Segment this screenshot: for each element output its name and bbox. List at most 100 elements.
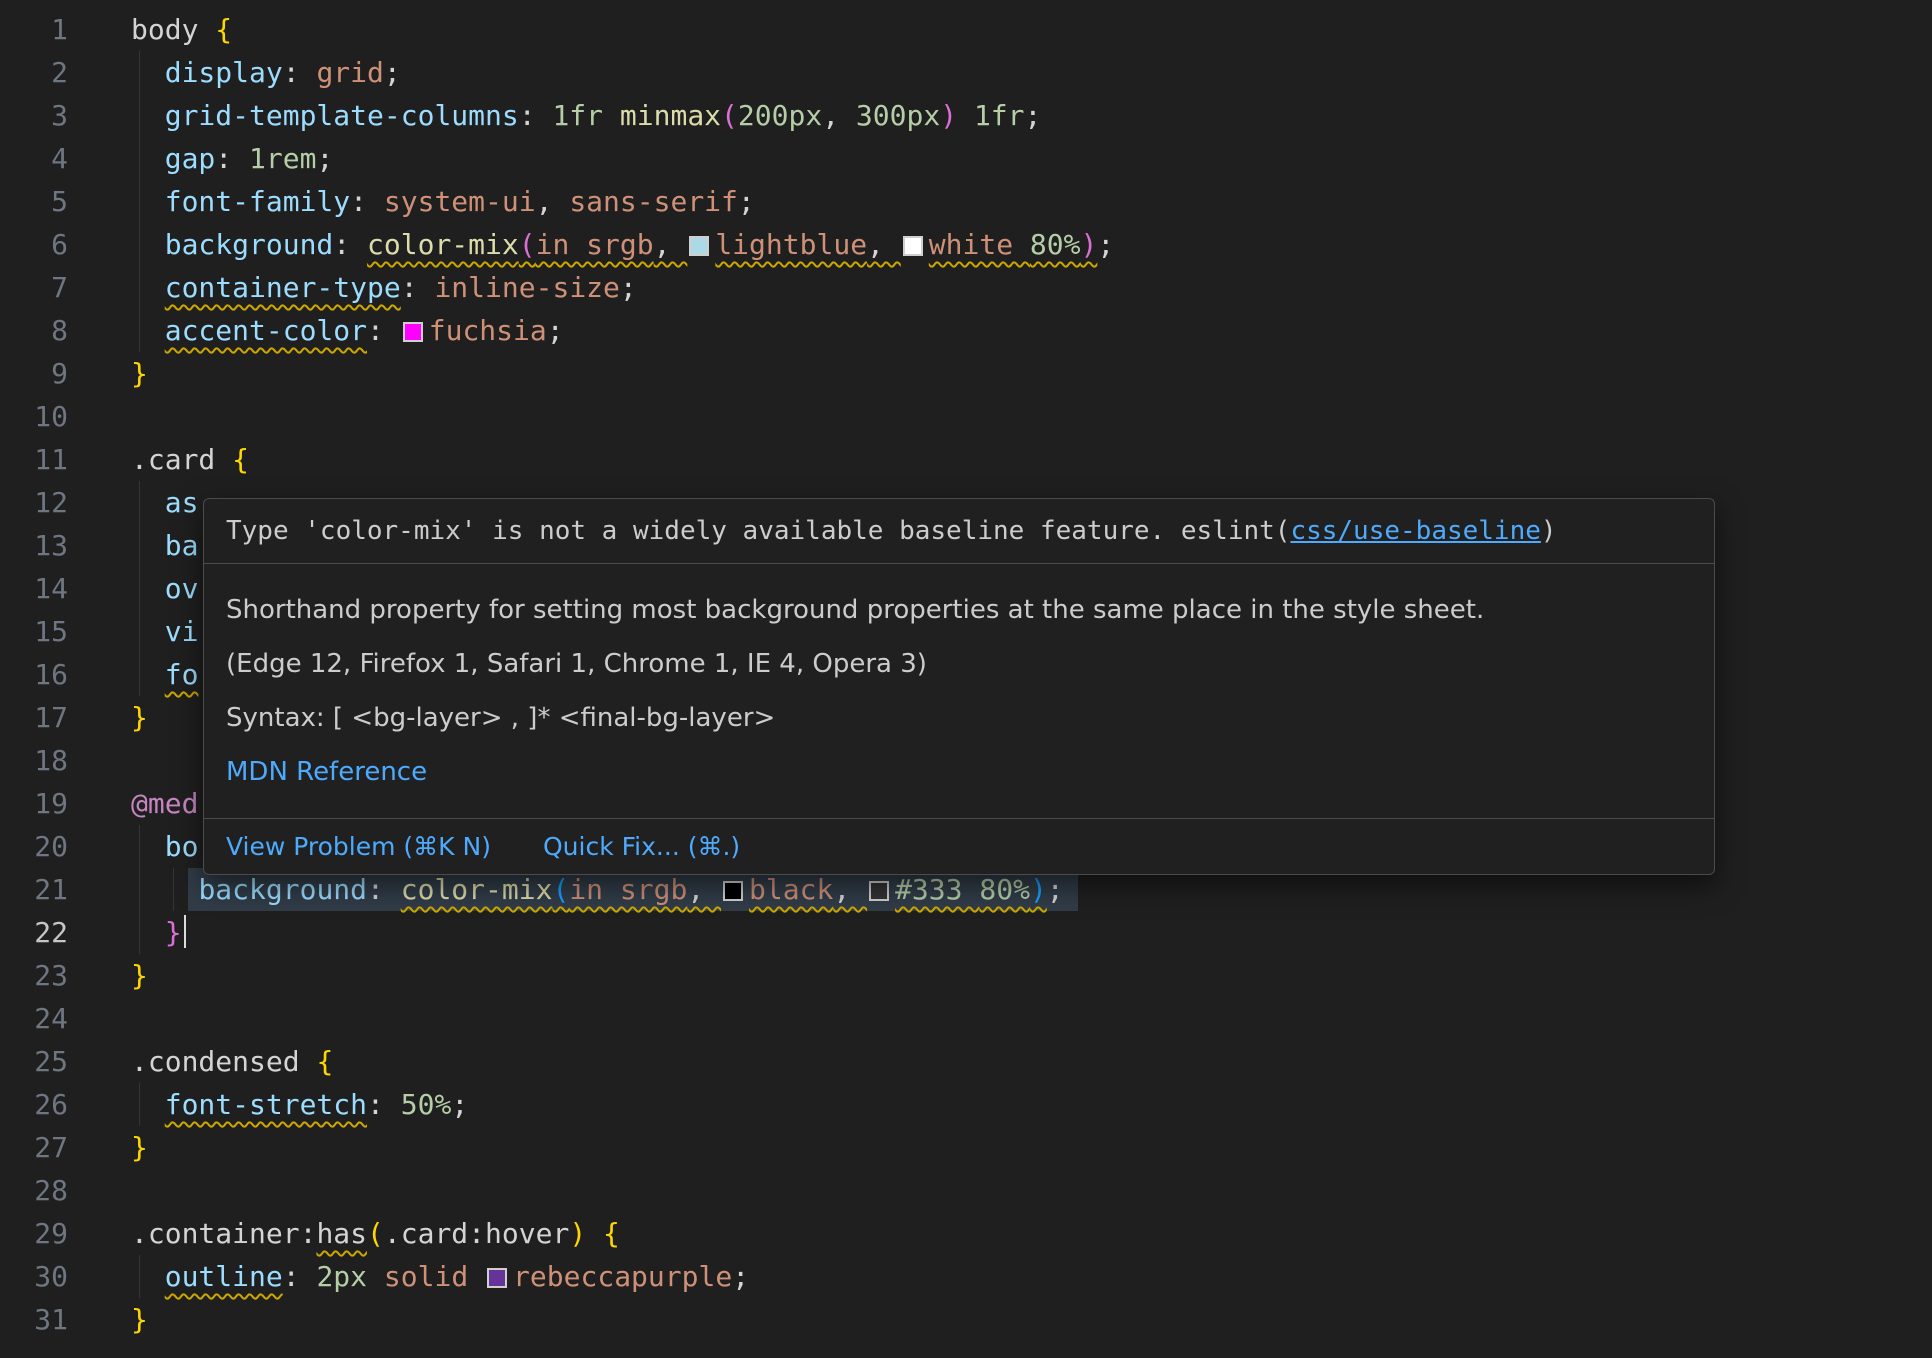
code-token: 300px xyxy=(856,99,940,132)
line-number[interactable]: 22 xyxy=(0,911,68,954)
line-number[interactable]: 28 xyxy=(0,1169,68,1212)
line-number[interactable]: 19 xyxy=(0,782,68,825)
code-token: ; xyxy=(738,185,755,218)
line-number[interactable]: 17 xyxy=(0,696,68,739)
code-text: container-type: inline-size; xyxy=(131,266,637,309)
quick-fix-action[interactable]: Quick Fix... (⌘.) xyxy=(543,832,740,861)
line-number[interactable]: 12 xyxy=(0,481,68,524)
code-line[interactable]: 7 container-type: inline-size; xyxy=(0,266,1932,309)
code-line[interactable]: 9} xyxy=(0,352,1932,395)
color-swatch[interactable] xyxy=(903,236,923,256)
code-token: color-mix xyxy=(367,228,519,261)
code-line[interactable]: 26 font-stretch: 50%; xyxy=(0,1083,1932,1126)
line-number[interactable]: 30 xyxy=(0,1255,68,1298)
code-token: grid-template-columns xyxy=(165,99,519,132)
line-number[interactable]: 5 xyxy=(0,180,68,223)
code-line[interactable]: 30 outline: 2px solid rebeccapurple; xyxy=(0,1255,1932,1298)
line-number[interactable]: 4 xyxy=(0,137,68,180)
line-number[interactable]: 14 xyxy=(0,567,68,610)
color-swatch[interactable] xyxy=(723,881,743,901)
code-token xyxy=(957,99,974,132)
code-token: ) xyxy=(940,99,957,132)
line-number[interactable]: 8 xyxy=(0,309,68,352)
code-token: 50% xyxy=(401,1088,452,1121)
code-line[interactable]: 5 font-family: system-ui, sans-serif; xyxy=(0,180,1932,223)
code-token: , xyxy=(687,873,721,906)
code-token: { xyxy=(232,443,249,476)
code-token: in srgb xyxy=(569,873,687,906)
line-number[interactable]: 11 xyxy=(0,438,68,481)
code-token xyxy=(131,228,165,261)
line-number[interactable]: 1 xyxy=(0,8,68,51)
code-token xyxy=(468,1260,485,1293)
code-line[interactable]: 6 background: color-mix(in srgb, lightbl… xyxy=(0,223,1932,266)
code-token: ( xyxy=(721,99,738,132)
code-line[interactable]: 2 display: grid; xyxy=(0,51,1932,94)
code-token xyxy=(131,873,198,906)
code-line[interactable]: 4 gap: 1rem; xyxy=(0,137,1932,180)
line-number[interactable]: 31 xyxy=(0,1298,68,1341)
code-line[interactable]: 3 grid-template-columns: 1fr minmax(200p… xyxy=(0,94,1932,137)
code-text: font-family: system-ui, sans-serif; xyxy=(131,180,755,223)
mdn-reference-link[interactable]: MDN Reference xyxy=(226,757,427,787)
line-number[interactable]: 24 xyxy=(0,997,68,1040)
color-swatch[interactable] xyxy=(487,1268,507,1288)
code-token: 1fr xyxy=(552,99,619,132)
line-number[interactable]: 29 xyxy=(0,1212,68,1255)
line-number[interactable]: 3 xyxy=(0,94,68,137)
code-text: } xyxy=(131,352,148,395)
code-token: container-type xyxy=(165,271,401,304)
code-token: display xyxy=(165,56,283,89)
line-number[interactable]: 25 xyxy=(0,1040,68,1083)
code-token: ; xyxy=(1097,228,1114,261)
tooltip-action-bar: View Problem (⌘K N) Quick Fix... (⌘.) xyxy=(204,819,1714,874)
line-number[interactable]: 9 xyxy=(0,352,68,395)
line-number[interactable]: 23 xyxy=(0,954,68,997)
line-number[interactable]: 26 xyxy=(0,1083,68,1126)
line-number[interactable]: 18 xyxy=(0,739,68,782)
line-number[interactable]: 27 xyxy=(0,1126,68,1169)
code-token: body xyxy=(131,13,215,46)
code-token: 80% xyxy=(979,873,1030,906)
code-line[interactable]: 25.condensed { xyxy=(0,1040,1932,1083)
code-token xyxy=(131,1260,165,1293)
code-text: font-stretch: 50%; xyxy=(131,1083,468,1126)
line-number[interactable]: 2 xyxy=(0,51,68,94)
code-token: 80% xyxy=(1030,228,1081,261)
line-number[interactable]: 7 xyxy=(0,266,68,309)
code-line[interactable]: 1body { xyxy=(0,8,1932,51)
code-token: 2px xyxy=(316,1260,367,1293)
line-number[interactable]: 16 xyxy=(0,653,68,696)
color-swatch[interactable] xyxy=(689,236,709,256)
code-line[interactable]: 11.card { xyxy=(0,438,1932,481)
color-swatch[interactable] xyxy=(869,881,889,901)
code-token: } xyxy=(131,1131,148,1164)
line-number[interactable]: 20 xyxy=(0,825,68,868)
line-number[interactable]: 6 xyxy=(0,223,68,266)
code-text: } xyxy=(131,696,148,739)
code-line[interactable]: 22 } xyxy=(0,911,1932,954)
code-line[interactable]: 31} xyxy=(0,1298,1932,1341)
code-editor[interactable]: 1 body {2 display: grid;3 grid-template-c… xyxy=(0,0,1932,1358)
code-line[interactable]: 29.container:has(.card:hover) { xyxy=(0,1212,1932,1255)
code-line[interactable]: 8 accent-color: fuchsia; xyxy=(0,309,1932,352)
code-line[interactable]: 23} xyxy=(0,954,1932,997)
code-line[interactable]: 28 xyxy=(0,1169,1932,1212)
line-number[interactable]: 10 xyxy=(0,395,68,438)
line-number[interactable]: 13 xyxy=(0,524,68,567)
code-token: @med xyxy=(131,787,198,820)
code-token xyxy=(367,1260,384,1293)
view-problem-action[interactable]: View Problem (⌘K N) xyxy=(226,832,491,861)
code-token: has xyxy=(316,1217,367,1250)
code-line[interactable]: 27} xyxy=(0,1126,1932,1169)
line-number[interactable]: 21 xyxy=(0,868,68,911)
code-line[interactable]: 10 xyxy=(0,395,1932,438)
code-token: fuchsia xyxy=(429,314,547,347)
code-token: .condensed xyxy=(131,1045,316,1078)
code-line[interactable]: 24 xyxy=(0,997,1932,1040)
diagnostic-rule-link[interactable]: css/use-baseline xyxy=(1290,516,1540,546)
line-number[interactable]: 15 xyxy=(0,610,68,653)
color-swatch[interactable] xyxy=(403,322,423,342)
code-text: background: color-mix(in srgb, lightblue… xyxy=(131,223,1114,266)
code-token: in srgb xyxy=(536,228,654,261)
